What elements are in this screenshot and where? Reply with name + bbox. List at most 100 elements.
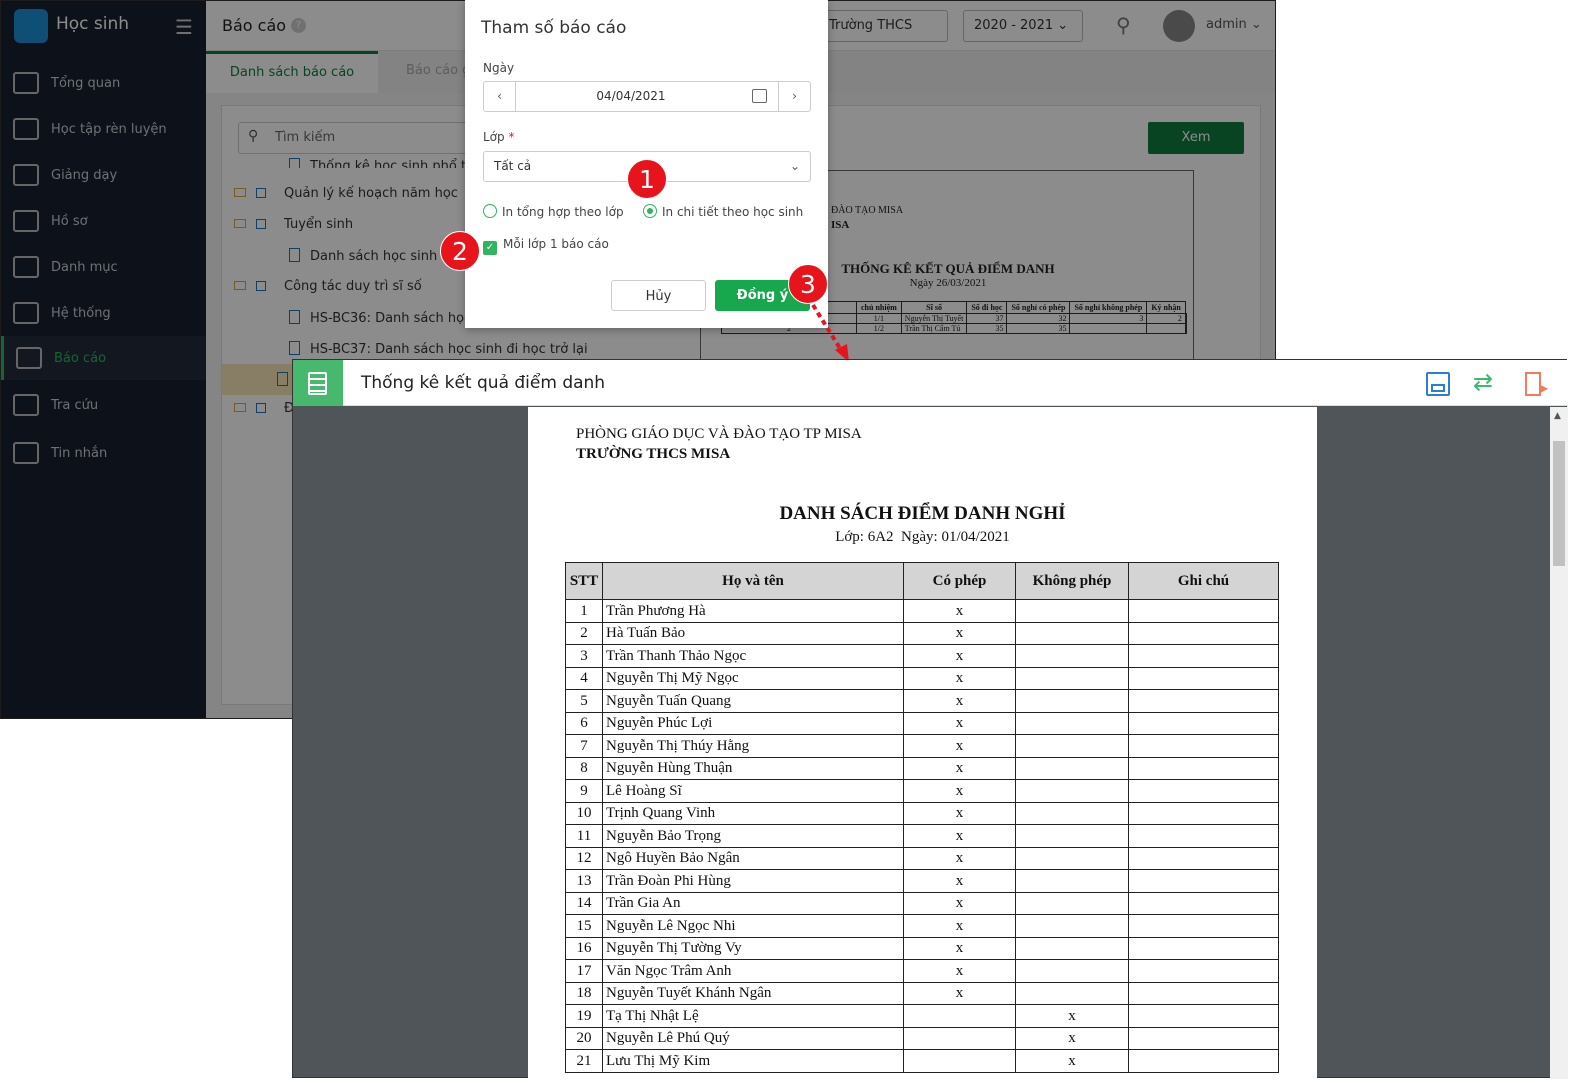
note-cell bbox=[1128, 824, 1279, 848]
report-subtitle: Lớp: 6A2 Ngày: 01/04/2021 bbox=[835, 529, 1010, 545]
column-header: Ghi chú bbox=[1128, 562, 1279, 600]
date-picker: ‹ 04/04/2021 › bbox=[483, 81, 811, 112]
table-row: 11 Nguyễn Bảo Trọng x bbox=[565, 824, 1279, 848]
note-cell bbox=[1128, 959, 1279, 983]
per-class-checkbox[interactable]: ✓ Mỗi lớp 1 báo cáo bbox=[483, 237, 609, 255]
stt-cell: 8 bbox=[565, 756, 603, 780]
unexcused-cell bbox=[1015, 824, 1129, 848]
name-cell: Nguyễn Thị Thúy Hằng bbox=[602, 734, 904, 758]
step-badge-3: 3 bbox=[788, 264, 828, 304]
table-row: 18 Nguyễn Tuyết Khánh Ngân x bbox=[565, 981, 1279, 1005]
excused-cell: x bbox=[903, 869, 1016, 893]
viewer-title: Thống kê kết quả điểm danh bbox=[361, 373, 606, 393]
name-cell: Trần Gia An bbox=[602, 891, 904, 915]
radio-summary-by-class[interactable]: In tổng hợp theo lớp bbox=[483, 204, 624, 219]
unexcused-cell bbox=[1015, 801, 1129, 825]
table-row: 10 Trịnh Quang Vinh x bbox=[565, 801, 1279, 825]
vertical-scrollbar[interactable]: ▲ bbox=[1550, 407, 1568, 1079]
table-row: 13 Trần Đoàn Phi Hùng x bbox=[565, 869, 1279, 893]
stt-cell: 17 bbox=[565, 959, 603, 983]
note-cell bbox=[1128, 644, 1279, 668]
table-row: 6 Nguyễn Phúc Lợi x bbox=[565, 711, 1279, 735]
stt-cell: 3 bbox=[565, 644, 603, 668]
name-cell: Nguyễn Tuấn Quang bbox=[602, 689, 904, 713]
table-row: 15 Nguyễn Lê Ngọc Nhi x bbox=[565, 914, 1279, 938]
excused-cell: x bbox=[903, 936, 1016, 960]
note-cell bbox=[1128, 666, 1279, 690]
document-icon bbox=[293, 360, 343, 406]
name-cell: Nguyễn Bảo Trọng bbox=[602, 824, 904, 848]
name-cell: Tạ Thị Nhật Lệ bbox=[602, 1004, 904, 1028]
unexcused-cell bbox=[1015, 981, 1129, 1005]
excused-cell: x bbox=[903, 689, 1016, 713]
refresh-icon[interactable]: ⇄ bbox=[1473, 368, 1493, 396]
next-date-button[interactable]: › bbox=[778, 82, 810, 111]
stt-cell: 15 bbox=[565, 914, 603, 938]
date-input[interactable]: 04/04/2021 bbox=[516, 82, 746, 111]
note-cell bbox=[1128, 779, 1279, 803]
table-row: 4 Nguyễn Thị Mỹ Ngọc x bbox=[565, 666, 1279, 690]
unexcused-cell: x bbox=[1015, 1049, 1129, 1073]
name-cell: Nguyễn Tuyết Khánh Ngân bbox=[602, 981, 904, 1005]
table-row: 20 Nguyễn Lê Phú Quý x bbox=[565, 1026, 1279, 1050]
viewer-toolbar: Thống kê kết quả điểm danh ⇄ ▶ bbox=[293, 360, 1568, 406]
excused-cell: x bbox=[903, 711, 1016, 735]
unexcused-cell: x bbox=[1015, 1026, 1129, 1050]
stt-cell: 1 bbox=[565, 599, 603, 623]
unexcused-cell bbox=[1015, 621, 1129, 645]
unexcused-cell bbox=[1015, 666, 1129, 690]
excused-cell: x bbox=[903, 981, 1016, 1005]
table-row: 3 Trần Thanh Thảo Ngọc x bbox=[565, 644, 1279, 668]
stt-cell: 9 bbox=[565, 779, 603, 803]
table-row: 19 Tạ Thị Nhật Lệ x bbox=[565, 1004, 1279, 1028]
chevron-down-icon: ⌄ bbox=[789, 159, 800, 173]
excused-cell bbox=[903, 1026, 1016, 1050]
save-icon[interactable] bbox=[1426, 372, 1450, 396]
column-header: Họ và tên bbox=[602, 562, 904, 600]
report-viewer-window: Thống kê kết quả điểm danh ⇄ ▶ PHÒNG GIÁ… bbox=[292, 359, 1568, 1087]
excused-cell: x bbox=[903, 621, 1016, 645]
note-cell bbox=[1128, 689, 1279, 713]
note-cell bbox=[1128, 869, 1279, 893]
prev-date-button[interactable]: ‹ bbox=[484, 82, 516, 111]
calendar-icon[interactable] bbox=[752, 89, 767, 103]
radio-icon bbox=[483, 204, 497, 218]
unexcused-cell bbox=[1015, 756, 1129, 780]
radio-detail-by-student[interactable]: In chi tiết theo học sinh bbox=[643, 204, 803, 219]
stt-cell: 7 bbox=[565, 734, 603, 758]
stt-cell: 13 bbox=[565, 869, 603, 893]
table-row: 8 Nguyễn Hùng Thuận x bbox=[565, 756, 1279, 780]
table-row: 7 Nguyễn Thị Thúy Hằng x bbox=[565, 734, 1279, 758]
stt-cell: 21 bbox=[565, 1049, 603, 1073]
scroll-up-icon[interactable]: ▲ bbox=[1554, 411, 1561, 421]
note-cell bbox=[1128, 891, 1279, 915]
name-cell: Trịnh Quang Vinh bbox=[602, 801, 904, 825]
name-cell: Trần Đoàn Phi Hùng bbox=[602, 869, 904, 893]
excused-cell: x bbox=[903, 959, 1016, 983]
stt-cell: 11 bbox=[565, 824, 603, 848]
scrollbar-thumb[interactable] bbox=[1553, 441, 1565, 566]
note-cell bbox=[1128, 1026, 1279, 1050]
arrow-dotted bbox=[811, 303, 849, 362]
note-cell bbox=[1128, 711, 1279, 735]
name-cell: Văn Ngọc Trâm Anh bbox=[602, 959, 904, 983]
excused-cell: x bbox=[903, 824, 1016, 848]
name-cell: Nguyễn Thị Tường Vy bbox=[602, 936, 904, 960]
name-cell: Nguyễn Lê Phú Quý bbox=[602, 1026, 904, 1050]
excused-cell: x bbox=[903, 914, 1016, 938]
name-cell: Nguyễn Lê Ngọc Nhi bbox=[602, 914, 904, 938]
cancel-button[interactable]: Hủy bbox=[611, 280, 706, 311]
stt-cell: 6 bbox=[565, 711, 603, 735]
name-cell: Lưu Thị Mỹ Kim bbox=[602, 1049, 904, 1073]
excused-cell: x bbox=[903, 846, 1016, 870]
stt-cell: 4 bbox=[565, 666, 603, 690]
stt-cell: 18 bbox=[565, 981, 603, 1005]
excused-cell: x bbox=[903, 666, 1016, 690]
class-label: Lớp * bbox=[483, 130, 514, 144]
unexcused-cell bbox=[1015, 959, 1129, 983]
unexcused-cell bbox=[1015, 689, 1129, 713]
date-label: Ngày bbox=[483, 61, 515, 75]
exit-icon[interactable]: ▶ bbox=[1525, 372, 1548, 396]
table-row: 9 Lê Hoàng Sĩ x bbox=[565, 779, 1279, 803]
unexcused-cell bbox=[1015, 891, 1129, 915]
